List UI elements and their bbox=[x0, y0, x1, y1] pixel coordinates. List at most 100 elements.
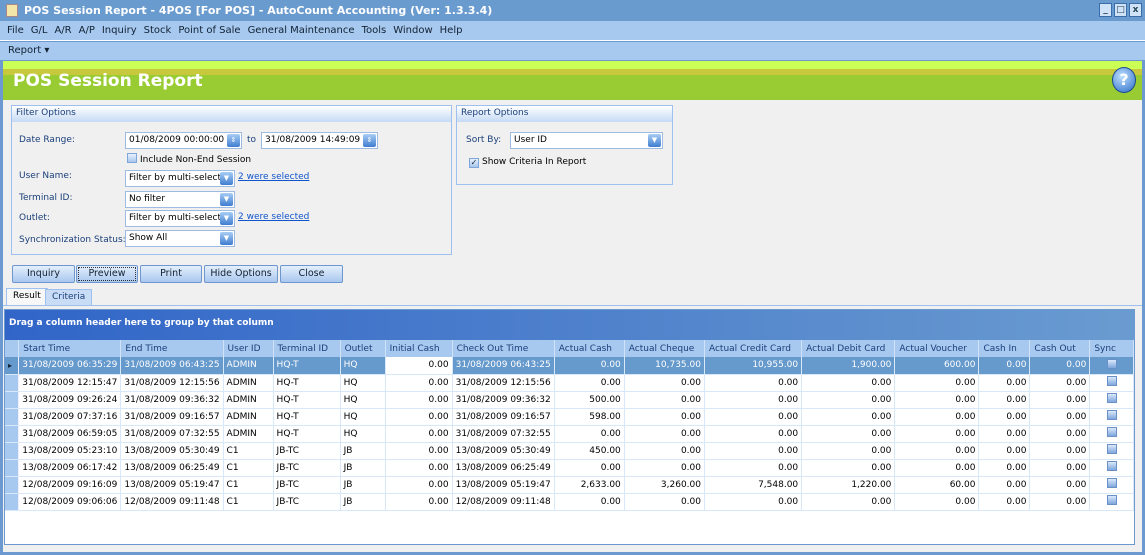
chevron-down-icon[interactable]: ▼ bbox=[220, 172, 233, 185]
cell-actual-debit-card[interactable]: 0.00 bbox=[801, 374, 896, 392]
cell-user-id[interactable]: ADMIN bbox=[223, 374, 274, 392]
column-header-outlet[interactable]: Outlet bbox=[340, 340, 386, 357]
cell-actual-cash[interactable]: 500.00 bbox=[554, 391, 625, 409]
cell-end-time[interactable]: 31/08/2009 09:16:57 bbox=[120, 408, 224, 426]
cell-outlet[interactable]: HQ bbox=[340, 357, 386, 375]
cell-cash-out[interactable]: 0.00 bbox=[1029, 493, 1091, 511]
cell-user-id[interactable]: C1 bbox=[223, 476, 274, 494]
cell-cash-in[interactable]: 0.00 bbox=[978, 493, 1031, 511]
hide-options-button[interactable]: Hide Options bbox=[204, 265, 278, 283]
cell-initial-cash[interactable]: 0.00 bbox=[385, 408, 453, 426]
checkmark-icon[interactable]: ✓ bbox=[469, 158, 479, 168]
user-name-selected-link[interactable]: 2 were selected bbox=[238, 172, 309, 182]
cell-sync[interactable] bbox=[1089, 442, 1134, 460]
row-selector[interactable] bbox=[5, 391, 20, 409]
cell-start-time[interactable]: 31/08/2009 12:15:47 bbox=[18, 374, 122, 392]
cell-end-time[interactable]: 13/08/2009 05:30:49 bbox=[120, 442, 224, 460]
column-header-actual-credit-card[interactable]: Actual Credit Card bbox=[704, 340, 803, 357]
cell-start-time[interactable]: 12/08/2009 09:16:09 bbox=[18, 476, 122, 494]
cell-cash-out[interactable]: 0.00 bbox=[1029, 476, 1091, 494]
cell-cash-out[interactable]: 0.00 bbox=[1029, 357, 1091, 375]
cell-actual-cash[interactable]: 598.00 bbox=[554, 408, 625, 426]
cell-outlet[interactable]: HQ bbox=[340, 374, 386, 392]
sync-checkbox-icon[interactable] bbox=[1106, 478, 1117, 488]
preview-button[interactable]: Preview bbox=[76, 265, 138, 283]
sync-checkbox-icon[interactable] bbox=[1106, 410, 1117, 420]
column-header-cash-in[interactable]: Cash In bbox=[978, 340, 1031, 357]
column-header-actual-debit-card[interactable]: Actual Debit Card bbox=[801, 340, 896, 357]
column-header-end-time[interactable]: End Time bbox=[120, 340, 224, 357]
cell-start-time[interactable]: 31/08/2009 06:59:05 bbox=[18, 425, 122, 443]
table-row[interactable]: 31/08/2009 06:59:05 31/08/2009 07:32:55 AD… bbox=[5, 425, 1134, 443]
cell-cash-in[interactable]: 0.00 bbox=[978, 459, 1031, 477]
cell-user-id[interactable]: ADMIN bbox=[223, 357, 274, 375]
chevron-down-icon[interactable]: ▼ bbox=[648, 134, 661, 147]
cell-actual-voucher[interactable]: 0.00 bbox=[894, 391, 980, 409]
cell-actual-voucher[interactable]: 60.00 bbox=[894, 476, 980, 494]
cell-actual-voucher[interactable]: 0.00 bbox=[894, 374, 980, 392]
cell-actual-debit-card[interactable]: 0.00 bbox=[801, 391, 896, 409]
cell-outlet[interactable]: HQ bbox=[340, 408, 386, 426]
cell-end-time[interactable]: 13/08/2009 05:19:47 bbox=[120, 476, 224, 494]
report-menu[interactable]: Report ▾ bbox=[8, 45, 49, 56]
menu-stock[interactable]: Stock bbox=[144, 25, 172, 36]
cell-end-time[interactable]: 13/08/2009 06:25:49 bbox=[120, 459, 224, 477]
sync-checkbox-icon[interactable] bbox=[1106, 427, 1117, 437]
cell-check-out-time[interactable]: 13/08/2009 06:25:49 bbox=[452, 459, 555, 477]
spin-icon[interactable]: ⇕ bbox=[227, 134, 240, 147]
row-selector[interactable] bbox=[5, 408, 20, 426]
cell-actual-voucher[interactable]: 0.00 bbox=[894, 425, 980, 443]
cell-cash-in[interactable]: 0.00 bbox=[978, 408, 1031, 426]
cell-terminal-id[interactable]: HQ-T bbox=[273, 391, 341, 409]
inquiry-button[interactable]: Inquiry bbox=[12, 265, 75, 283]
cell-user-id[interactable]: C1 bbox=[223, 459, 274, 477]
table-row[interactable]: 12/08/2009 09:16:09 13/08/2009 05:19:47 C1… bbox=[5, 476, 1134, 494]
table-row[interactable]: 31/08/2009 09:26:24 31/08/2009 09:36:32 AD… bbox=[5, 391, 1134, 409]
cell-terminal-id[interactable]: HQ-T bbox=[273, 374, 341, 392]
cell-cash-in[interactable]: 0.00 bbox=[978, 476, 1031, 494]
maximize-icon[interactable]: □ bbox=[1114, 3, 1127, 17]
cell-initial-cash[interactable]: 0.00 bbox=[385, 442, 453, 460]
date-to-input[interactable]: 31/08/2009 14:49:09 ⇕ bbox=[261, 132, 378, 149]
include-non-end-checkbox[interactable]: Include Non-End Session bbox=[127, 153, 251, 165]
cell-start-time[interactable]: 13/08/2009 06:17:42 bbox=[18, 459, 122, 477]
cell-initial-cash[interactable]: 0.00 bbox=[385, 459, 453, 477]
sync-checkbox-icon[interactable] bbox=[1106, 461, 1117, 471]
column-header-cash-out[interactable]: Cash Out bbox=[1029, 340, 1091, 357]
menu-help[interactable]: Help bbox=[440, 25, 463, 36]
table-row[interactable]: 31/08/2009 07:37:16 31/08/2009 09:16:57 AD… bbox=[5, 408, 1134, 426]
cell-actual-cash[interactable]: 2,633.00 bbox=[554, 476, 625, 494]
cell-cash-in[interactable]: 0.00 bbox=[978, 425, 1031, 443]
cell-actual-cash[interactable]: 0.00 bbox=[554, 357, 625, 375]
cell-actual-cheque[interactable]: 0.00 bbox=[624, 425, 705, 443]
cell-actual-voucher[interactable]: 0.00 bbox=[894, 493, 980, 511]
cell-actual-debit-card[interactable]: 0.00 bbox=[801, 493, 896, 511]
column-header-actual-cheque[interactable]: Actual Cheque bbox=[624, 340, 705, 357]
cell-cash-in[interactable]: 0.00 bbox=[978, 442, 1031, 460]
minimize-icon[interactable]: _ bbox=[1099, 3, 1112, 17]
sync-checkbox-icon[interactable] bbox=[1106, 358, 1117, 369]
close-icon[interactable]: x bbox=[1129, 3, 1142, 17]
column-header-start-time[interactable]: Start Time bbox=[18, 340, 122, 357]
cell-cash-out[interactable]: 0.00 bbox=[1029, 425, 1091, 443]
cell-sync[interactable] bbox=[1089, 425, 1134, 443]
cell-cash-in[interactable]: 0.00 bbox=[978, 391, 1031, 409]
show-criteria-checkbox[interactable]: ✓ Show Criteria In Report bbox=[469, 157, 586, 168]
cell-actual-cheque[interactable]: 0.00 bbox=[624, 442, 705, 460]
menu-tools[interactable]: Tools bbox=[362, 25, 387, 36]
cell-start-time[interactable]: 31/08/2009 06:35:29 bbox=[18, 357, 122, 375]
cell-initial-cash[interactable]: 0.00 bbox=[385, 391, 453, 409]
cell-start-time[interactable]: 31/08/2009 07:37:16 bbox=[18, 408, 122, 426]
sync-status-select[interactable]: Show All ▼ bbox=[125, 230, 235, 247]
cell-actual-credit-card[interactable]: 0.00 bbox=[704, 493, 803, 511]
row-selector[interactable] bbox=[5, 374, 20, 392]
row-selector[interactable] bbox=[5, 425, 20, 443]
menu-inquiry[interactable]: Inquiry bbox=[102, 25, 137, 36]
cell-start-time[interactable]: 12/08/2009 09:06:06 bbox=[18, 493, 122, 511]
row-selector[interactable] bbox=[5, 459, 20, 477]
menu-gl[interactable]: G/L bbox=[31, 25, 48, 36]
cell-cash-out[interactable]: 0.00 bbox=[1029, 459, 1091, 477]
cell-actual-voucher[interactable]: 600.00 bbox=[894, 357, 980, 375]
cell-user-id[interactable]: ADMIN bbox=[223, 425, 274, 443]
cell-actual-cash[interactable]: 0.00 bbox=[554, 493, 625, 511]
